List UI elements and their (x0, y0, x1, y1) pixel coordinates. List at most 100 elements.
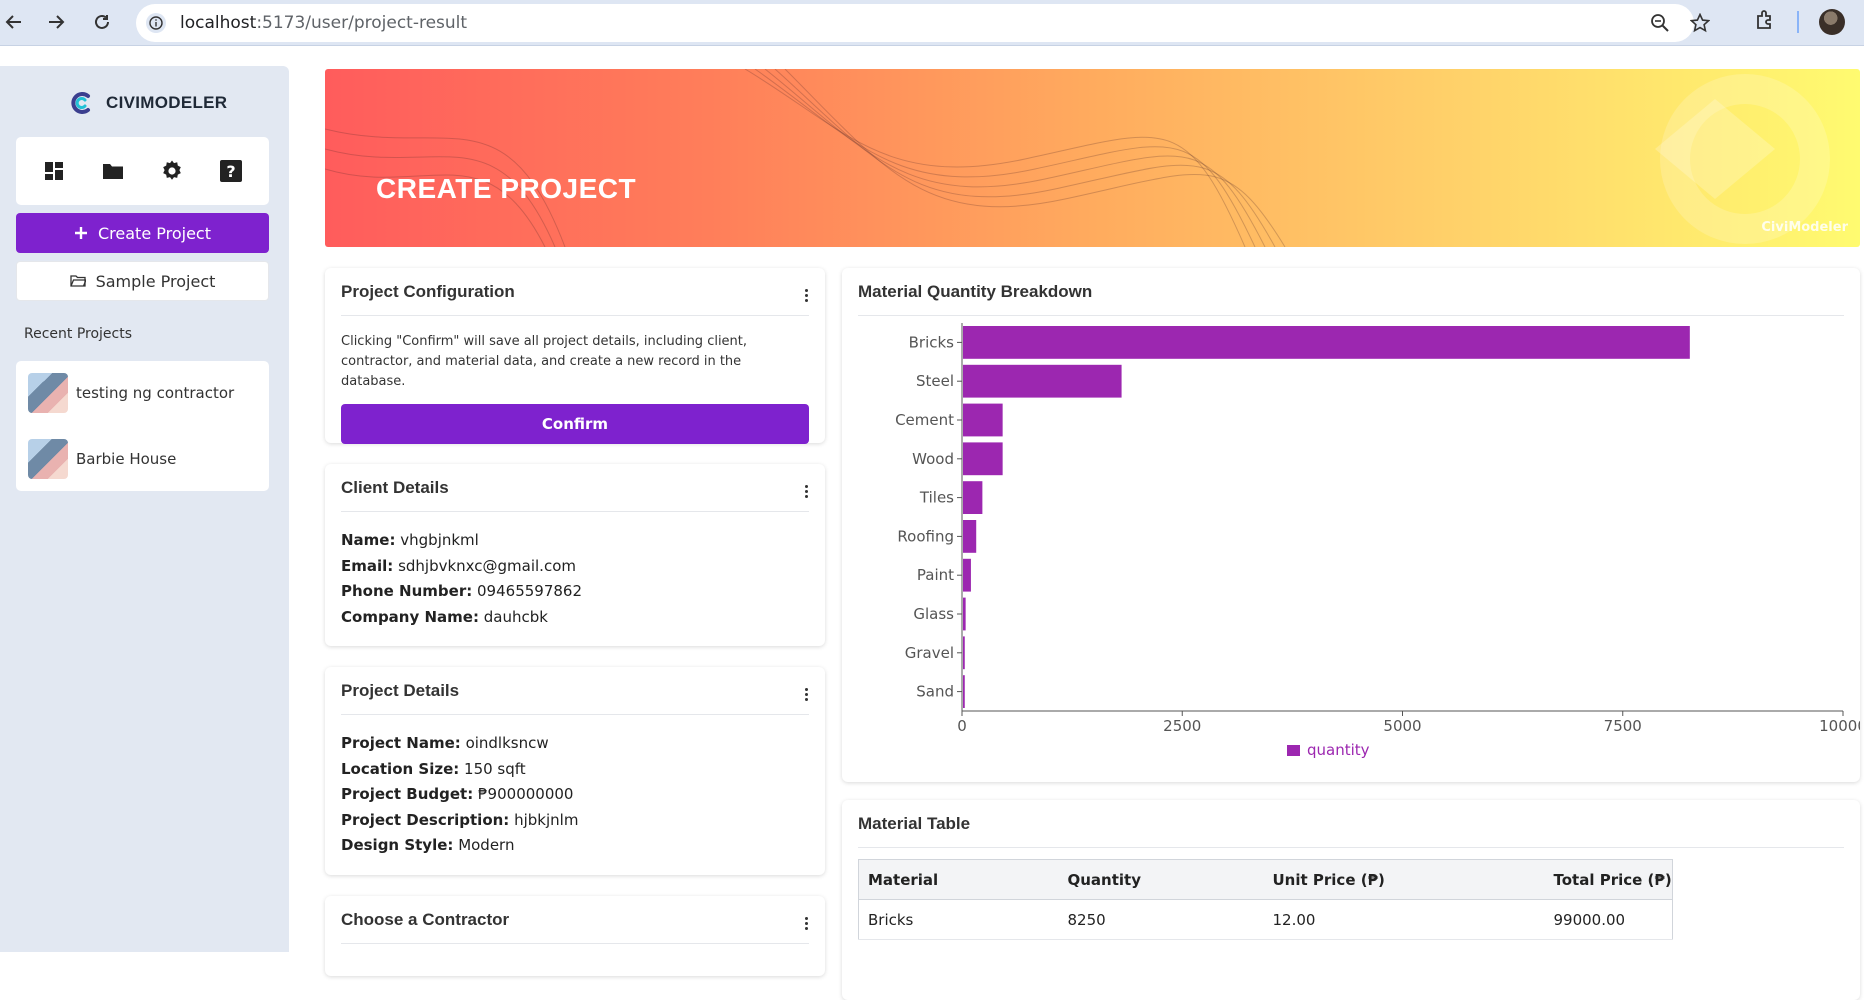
card-header: Client Details (341, 478, 809, 512)
page-title: CREATE PROJECT (376, 173, 637, 204)
banner-pattern (325, 69, 1830, 247)
card-title: Project Details (341, 681, 460, 700)
material-quantity-chart: Bricks Steel Cement Wood Tiles Roofing Paint Gl… (895, 323, 1860, 759)
column-header[interactable]: Unit Price (₱) (1263, 859, 1545, 900)
bar (963, 558, 971, 592)
sidebar-icon-bar: ? (16, 137, 269, 205)
bar (963, 520, 977, 553)
y-tick-label: Sand (916, 683, 954, 701)
more-options-icon[interactable] (803, 282, 809, 302)
y-tick-label: Gravel (905, 644, 954, 662)
gear-icon[interactable] (157, 156, 187, 186)
bar (963, 597, 966, 631)
card-title: Client Details (341, 478, 449, 497)
column-header[interactable]: Total Price (₱) (1544, 859, 1673, 900)
y-tick-label: Glass (913, 605, 954, 623)
sample-project-button[interactable]: Sample Project (16, 261, 269, 301)
x-tick-label: 5000 (1383, 717, 1421, 735)
material-chart-card: Material Quantity Breakdown Bricks Steel C… (842, 268, 1860, 782)
profile-avatar[interactable] (1819, 9, 1845, 35)
project-name-row: Project Name: oindlksncw (341, 734, 549, 752)
recent-projects-title: Recent Projects (24, 326, 133, 342)
legend-swatch (1287, 745, 1300, 756)
recent-project-item[interactable]: Barbie House (28, 439, 176, 479)
bookmark-star-icon[interactable] (1689, 12, 1711, 37)
y-tick-label: Steel (916, 372, 954, 390)
back-icon[interactable] (0, 8, 28, 36)
help-icon[interactable]: ? (216, 156, 246, 186)
y-tick-label: Paint (917, 566, 954, 584)
toolbar-divider (1797, 11, 1799, 33)
brand[interactable]: CIVIMODELER (68, 90, 227, 116)
choose-contractor-card: Choose a Contractor (325, 896, 825, 976)
more-options-icon[interactable] (803, 910, 809, 930)
confirm-button[interactable]: Confirm (341, 404, 809, 444)
table-row: Bricks 8250 12.00 99000.00 (858, 899, 1673, 940)
client-name-row: Name: vhgbjnkml (341, 531, 479, 549)
card-title: Project Configuration (341, 282, 515, 301)
forward-icon[interactable] (42, 8, 70, 36)
project-thumbnail (28, 439, 68, 479)
card-header: Project Configuration (341, 282, 809, 316)
banner-watermark: CiviModeler (1761, 220, 1848, 235)
column-header[interactable]: Material (858, 859, 1059, 900)
card-header: Choose a Contractor (341, 910, 809, 944)
recent-project-name: Barbie House (76, 450, 177, 468)
x-tick-label: 0 (957, 717, 967, 735)
sample-project-label: Sample Project (95, 271, 216, 291)
table-cell: Bricks (858, 899, 1059, 940)
bar (963, 326, 1690, 359)
page-banner: CREATE PROJECT CiviModeler (325, 69, 1860, 247)
table-cell: 12.00 (1263, 899, 1545, 940)
confirm-description: Clicking "Confirm" will save all project… (341, 334, 748, 389)
zoom-icon[interactable] (1650, 13, 1670, 37)
card-header: Material Table (858, 814, 1844, 848)
x-tick-label: 10000 (1819, 717, 1860, 735)
folder-icon[interactable] (98, 156, 128, 186)
more-options-icon[interactable] (803, 681, 809, 701)
browser-toolbar: localhost:5173/user/project-result (0, 0, 1864, 46)
table-header-row: Material Quantity Unit Price (₱) Total P… (858, 859, 1673, 900)
project-budget-row: Project Budget: ₱900000000 (341, 785, 574, 803)
card-header: Project Details (341, 681, 809, 715)
extensions-icon[interactable] (1754, 9, 1776, 35)
recent-projects-list: testing ng contractor Barbie House (16, 361, 269, 491)
legend-label: quantity (1307, 741, 1370, 759)
y-tick-label: Wood (912, 450, 954, 468)
site-info-icon[interactable] (146, 13, 166, 33)
url-path: :5173/user/project-result (256, 13, 468, 33)
sidebar: CIVIMODELER ? Create Project Sample Proj… (0, 66, 289, 952)
plus-icon (75, 227, 87, 239)
bar (963, 481, 983, 514)
location-size-row: Location Size: 150 sqft (341, 759, 526, 778)
reload-icon[interactable] (88, 8, 116, 36)
bar (963, 442, 1003, 476)
column-header[interactable]: Quantity (1058, 859, 1264, 900)
recent-project-name: testing ng contractor (76, 384, 235, 402)
card-title: Material Table (858, 814, 971, 833)
url-text: localhost:5173/user/project-result (180, 13, 467, 33)
address-bar[interactable]: localhost:5173/user/project-result (136, 4, 1711, 42)
brand-name: CIVIMODELER (106, 93, 228, 112)
client-phone-row: Phone Number: 09465597862 (341, 582, 582, 600)
more-options-icon[interactable] (803, 478, 809, 498)
dashboard-icon[interactable] (39, 156, 69, 186)
client-company-row: Company Name: dauhcbk (341, 607, 548, 626)
x-tick-label: 7500 (1604, 717, 1642, 735)
y-tick-label: Cement (895, 411, 954, 429)
open-folder-icon (69, 275, 86, 287)
table-cell: 99000.00 (1544, 899, 1673, 940)
table-cell: 8250 (1058, 899, 1264, 940)
bar (963, 364, 1122, 398)
y-tick-label: Bricks (909, 333, 955, 351)
bar (963, 675, 965, 708)
project-configuration-card: Project Configuration Clicking "Confirm"… (325, 268, 825, 444)
y-tick-label: Tiles (919, 489, 954, 507)
bar (963, 636, 965, 670)
recent-project-item[interactable]: testing ng contractor (28, 373, 234, 413)
client-details-card: Client Details Name: vhgbjnkml Email: sd… (325, 464, 825, 646)
y-tick-label: Roofing (897, 527, 954, 545)
create-project-button[interactable]: Create Project (16, 213, 269, 253)
x-tick-label: 2500 (1163, 717, 1201, 735)
create-project-label: Create Project (98, 223, 211, 243)
